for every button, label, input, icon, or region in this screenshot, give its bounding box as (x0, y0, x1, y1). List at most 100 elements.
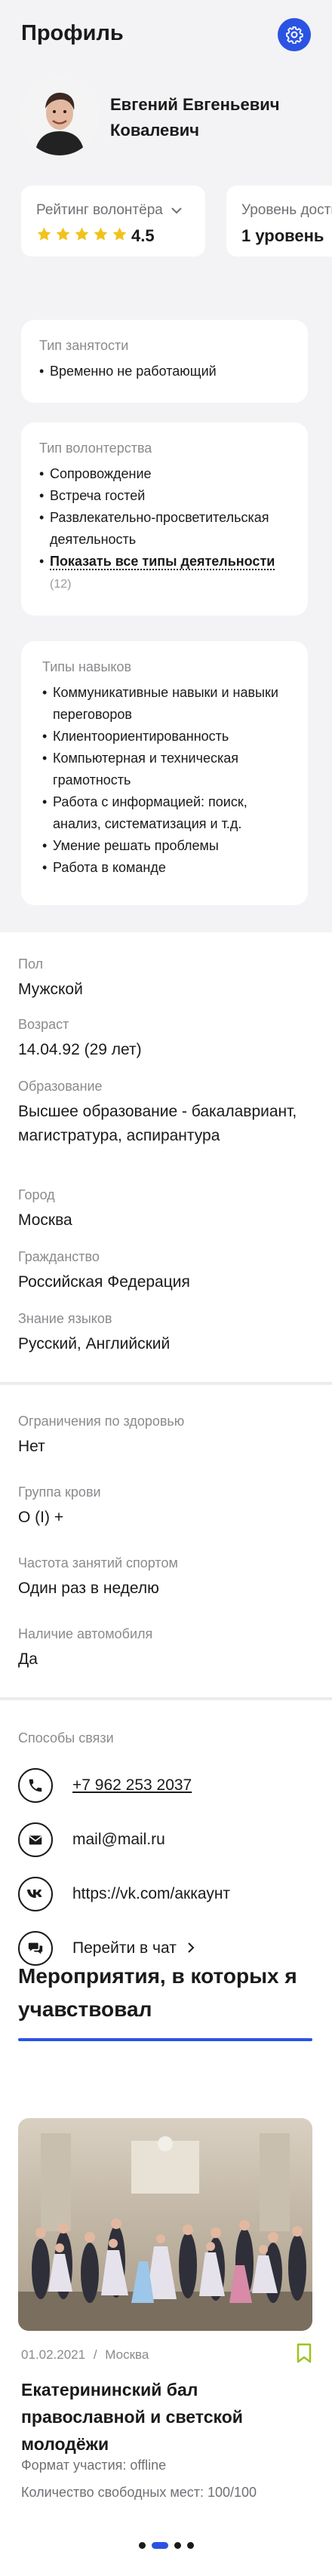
event-meta: 01.02.2021 / Москва (21, 2347, 149, 2363)
gender-value: Мужской (18, 981, 83, 998)
activity-section: Тип занятости Временно не работающий Тип… (0, 278, 332, 932)
volunteer-rating-card[interactable]: Рейтинг волонтёра 4.5 (21, 186, 205, 256)
avatar-photo (21, 78, 98, 155)
pager-dot[interactable] (186, 2542, 194, 2549)
star-icon (75, 227, 89, 241)
health-restrictions-label: Ограничения по здоровью (18, 1414, 185, 1429)
languages-label: Знание языков (18, 1311, 112, 1326)
event-photo[interactable] (18, 2118, 312, 2331)
list-item: Сопровождение (39, 463, 288, 485)
carousel-pager (0, 2542, 332, 2549)
section-divider (0, 1382, 332, 1385)
education-label: Образование (18, 1079, 103, 1094)
list-item: Компьютерная и техническая грамотность (42, 748, 291, 791)
sport-frequency-field: Частота занятий спортом Один раз в недел… (18, 1554, 320, 1601)
list-item: Развлекательно-просветительская деятельн… (39, 507, 288, 551)
skills-list: Коммуникативные навыки и навыки перегово… (42, 682, 291, 879)
skills-card: Типы навыков Коммуникативные навыки и на… (21, 641, 308, 905)
go-to-chat-label: Перейти в чат (72, 1939, 177, 1957)
event-title[interactable]: Екатерининский бал православной и светск… (21, 2376, 323, 2458)
achievement-level-card[interactable]: Уровень достижений 1 уровень (226, 186, 332, 256)
rating-label: Рейтинг волонтёра (36, 202, 163, 218)
level-value: 1 уровень (241, 226, 324, 245)
rating-value: 4.5 (131, 226, 155, 245)
health-restrictions-value: Нет (18, 1438, 45, 1455)
events-section-title: Мероприятия, в которых я учавствовал (18, 1964, 297, 2021)
event-date: 01.02.2021 (21, 2347, 86, 2362)
employment-card: Тип занятости Временно не работающий (21, 320, 308, 403)
pager-dot[interactable] (151, 2542, 168, 2549)
list-item: Встреча гостей (39, 485, 288, 507)
city-label: Город (18, 1187, 55, 1202)
vk-icon (18, 1877, 53, 1911)
citizenship-label: Гражданство (18, 1249, 100, 1264)
rating-label-row: Рейтинг волонтёра (36, 202, 182, 219)
languages-field: Знание языков Русский, Английский (18, 1309, 320, 1356)
pager-dot[interactable] (174, 2542, 181, 2549)
star-icon (56, 227, 70, 241)
page-title: Профиль (21, 21, 124, 45)
age-label: Возраст (18, 1017, 69, 1032)
event-format: Формат участия: offline (21, 2458, 167, 2473)
contact-email[interactable]: mail@mail.ru (18, 1822, 165, 1857)
vk-link[interactable]: https://vk.com/аккаунт (72, 1885, 230, 1903)
list-item: Коммуникативные навыки и навыки перегово… (42, 682, 291, 726)
volunteering-card: Тип волонтерства Сопровождение Встреча г… (21, 422, 308, 616)
car-field: Наличие автомобиля Да (18, 1625, 320, 1672)
employment-list: Временно не работающий (39, 361, 217, 382)
contact-phone[interactable]: +7 962 253 2037 (18, 1768, 192, 1803)
list-item: Работа с информацией: поиск, анализ, сис… (42, 791, 291, 835)
gear-icon (286, 26, 303, 44)
blood-group-field: Группа крови O (I) + (18, 1483, 320, 1530)
languages-value: Русский, Английский (18, 1335, 171, 1352)
education-value: Высшее образование - бакалавриант, магис… (18, 1103, 297, 1144)
types-count: (12) (50, 578, 72, 591)
settings-button[interactable] (278, 18, 311, 51)
health-restrictions-field: Ограничения по здоровью Нет (18, 1412, 320, 1459)
sport-frequency-value: Один раз в неделю (18, 1580, 159, 1597)
sport-frequency-label: Частота занятий спортом (18, 1555, 178, 1570)
mail-icon (18, 1822, 53, 1857)
rating-stars (36, 226, 128, 242)
events-title-underline (18, 2038, 312, 2041)
volunteering-list: Сопровождение Встреча гостей Развлекател… (39, 463, 288, 595)
list-item: Умение решать проблемы (42, 835, 291, 857)
event-meta-separator: / (93, 2347, 97, 2362)
user-full-name: Евгений Евгеньевич Ковалевич (110, 95, 280, 140)
level-label: Уровень достижений (241, 202, 332, 218)
blood-group-value: O (I) + (18, 1509, 64, 1526)
email-address[interactable]: mail@mail.ru (72, 1831, 165, 1849)
gender-field: Пол Мужской (18, 955, 320, 1002)
pager-dot[interactable] (138, 2542, 146, 2549)
list-item: Работа в команде (42, 857, 291, 879)
chevron-down-icon (171, 207, 182, 214)
go-to-chat-link[interactable]: Перейти в чат (72, 1939, 195, 1957)
phone-number[interactable]: +7 962 253 2037 (72, 1776, 192, 1795)
show-all-types-item: Показать все типы деятельности (12) (39, 551, 288, 595)
age-value: 14.04.92 (29 лет) (18, 1041, 142, 1058)
city-field: Город Москва (18, 1186, 320, 1233)
car-label: Наличие автомобиля (18, 1626, 153, 1641)
event-seats: Количество свободных мест: 100/100 (21, 2485, 257, 2500)
list-item: Клиентоориентированность (42, 726, 291, 748)
event-photo-image (18, 2118, 312, 2331)
contact-vk[interactable]: https://vk.com/аккаунт (18, 1877, 230, 1911)
age-field: Возраст 14.04.92 (29 лет) (18, 1015, 320, 1062)
skills-title: Типы навыков (42, 659, 132, 674)
chevron-right-icon (187, 1942, 195, 1953)
star-icon (94, 227, 108, 241)
bookmark-icon (297, 2343, 312, 2363)
volunteering-title: Тип волонтерства (39, 441, 152, 456)
event-city: Москва (105, 2347, 149, 2362)
avatar[interactable] (21, 78, 98, 155)
bookmark-button[interactable] (296, 2343, 312, 2368)
education-field: Образование Высшее образование - бакалав… (18, 1077, 320, 1148)
contacts-title: Способы связи (18, 1730, 114, 1745)
profile-header: Профиль Евгений Евгеньевич Ковалевич Рей… (0, 0, 332, 278)
show-all-types-link[interactable]: Показать все типы деятельности (50, 554, 275, 570)
profile-page: Профиль Евгений Евгеньевич Ковалевич Рей… (0, 0, 332, 2576)
blood-group-label: Группа крови (18, 1485, 101, 1500)
list-item: Временно не работающий (39, 361, 217, 382)
car-value: Да (18, 1650, 38, 1668)
star-icon (37, 227, 51, 241)
